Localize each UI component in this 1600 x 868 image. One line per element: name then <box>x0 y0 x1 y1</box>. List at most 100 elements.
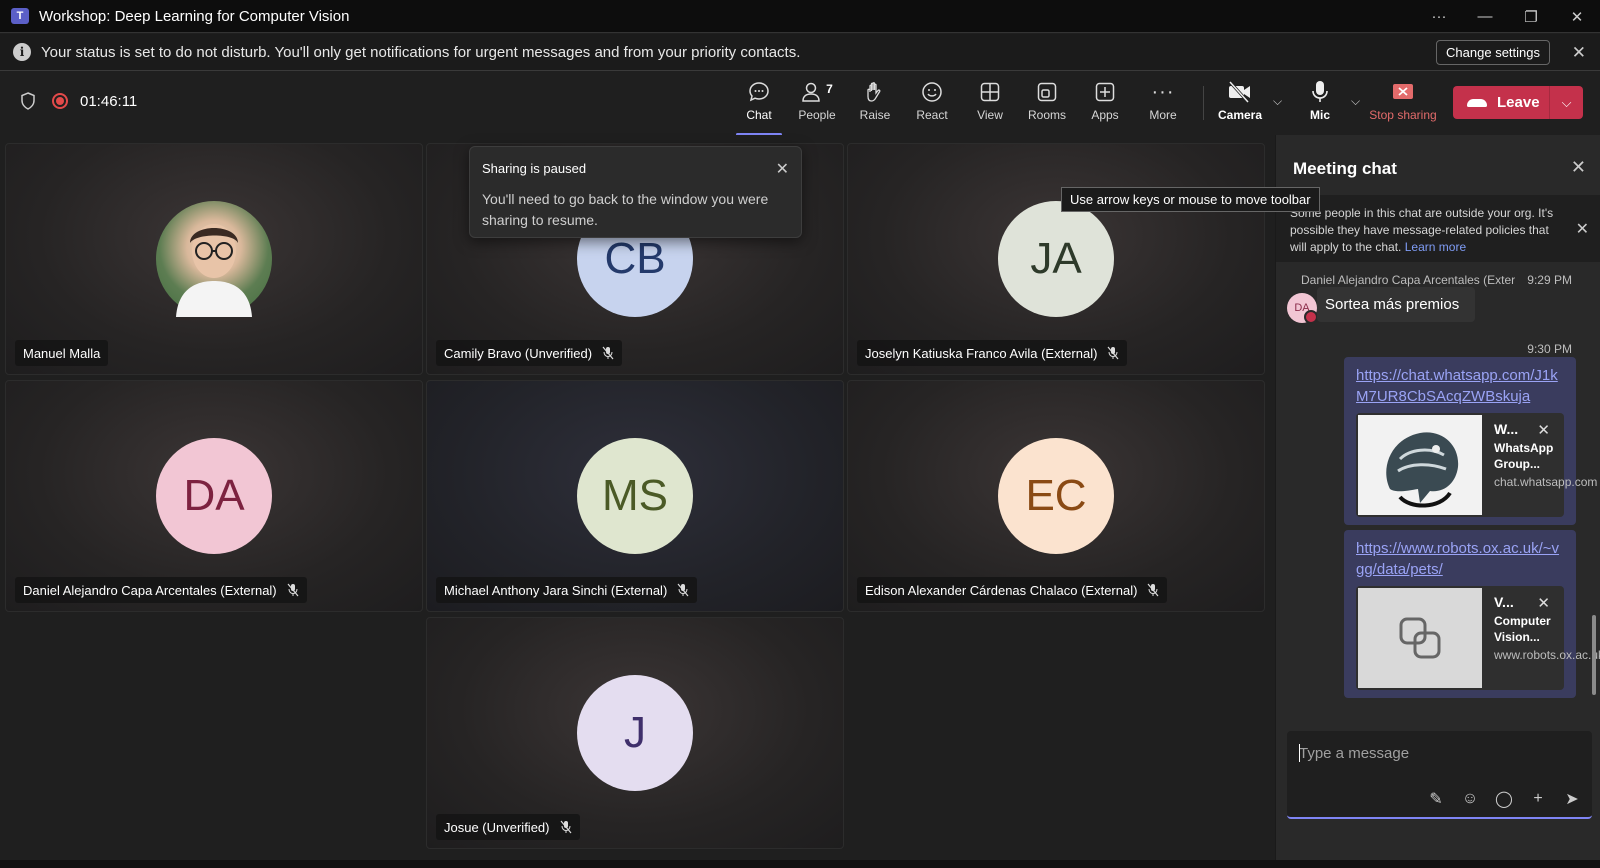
smiley-icon <box>904 78 960 106</box>
apps-label: Apps <box>1091 108 1119 122</box>
format-icon[interactable]: ✎ <box>1426 789 1446 809</box>
recording-icon <box>52 93 68 109</box>
phone-hangup-icon <box>1467 98 1487 107</box>
toast-body: You'll need to go back to the window you… <box>482 191 769 228</box>
whatsapp-preview-image <box>1358 415 1482 515</box>
camera-button[interactable]: Camera <box>1212 78 1268 130</box>
minimize-button[interactable]: — <box>1462 0 1508 33</box>
react-button[interactable]: React <box>904 78 960 130</box>
camera-options-chevron-icon[interactable]: ⌵ <box>1273 94 1282 109</box>
apps-button[interactable]: Apps <box>1077 78 1133 130</box>
loop-icon[interactable]: ◯ <box>1494 789 1514 809</box>
mic-icon <box>1292 78 1348 106</box>
chat-button[interactable]: Chat <box>731 78 787 136</box>
participant-tile[interactable]: JA Joselyn Katiuska Franco Avila (Extern… <box>847 143 1265 375</box>
plus-box-icon <box>1077 78 1133 106</box>
mic-muted-icon <box>1147 583 1159 597</box>
raise-label: Raise <box>859 108 891 122</box>
mic-button[interactable]: Mic <box>1292 78 1348 130</box>
link-preview-card[interactable]: W... WhatsApp Group... chat.whatsapp.com… <box>1356 413 1598 517</box>
stop-sharing-label: Stop sharing <box>1369 108 1437 122</box>
avatar-photo <box>156 201 272 317</box>
info-icon: i <box>13 43 31 61</box>
people-icon: 7 <box>789 78 845 106</box>
participant-name: Edison Alexander Cárdenas Chalaco (Exter… <box>857 577 1168 603</box>
message-link[interactable]: https://www.robots.ox.ac.uk/~vgg/data/pe… <box>1356 538 1564 580</box>
participant-name: Joselyn Katiuska Franco Avila (External) <box>857 340 1128 366</box>
restore-button[interactable]: ❐ <box>1508 0 1554 33</box>
chat-icon <box>731 78 787 106</box>
meeting-chat-panel: Meeting chat ✕ Some people in this chat … <box>1275 135 1600 868</box>
banner-close-icon[interactable]: ✕ <box>1572 43 1586 63</box>
participant-tile[interactable]: Manuel Malla <box>5 143 423 375</box>
participant-tile[interactable]: J Josue (Unverified) <box>426 617 844 849</box>
card-domain: chat.whatsapp.com <box>1494 475 1598 489</box>
toast-close-icon[interactable]: ✕ <box>776 159 789 179</box>
card-close-icon[interactable]: ✕ <box>1537 594 1550 612</box>
card-subtitle: WhatsApp Group... <box>1494 441 1554 471</box>
meeting-timer: 01:46:11 <box>80 92 138 110</box>
sharing-paused-toast: Sharing is paused You'll need to go back… <box>469 146 802 238</box>
people-count-badge: 7 <box>826 82 833 96</box>
grid-icon <box>962 78 1018 106</box>
card-close-icon[interactable]: ✕ <box>1537 421 1550 439</box>
avatar: MS <box>577 438 693 554</box>
card-subtitle: Computer Vision... <box>1494 614 1551 644</box>
mic-label: Mic <box>1309 108 1330 122</box>
react-label: React <box>916 108 948 122</box>
toolbar-divider <box>1203 86 1204 120</box>
emoji-icon[interactable]: ☺ <box>1460 789 1480 809</box>
status-banner: i Your status is set to do not disturb. … <box>0 34 1600 71</box>
my-message-time: 9:30 PM <box>1527 342 1572 356</box>
more-button[interactable]: ··· More <box>1135 78 1191 130</box>
raise-hand-button[interactable]: Raise <box>847 78 903 130</box>
avatar: EC <box>998 438 1114 554</box>
participant-name: Camily Bravo (Unverified) <box>436 340 623 366</box>
shield-icon <box>21 92 35 110</box>
avatar: J <box>577 675 693 791</box>
message-input[interactable] <box>1299 741 1569 765</box>
chat-scrollbar[interactable] <box>1592 615 1596 695</box>
external-notice: Some people in this chat are outside you… <box>1276 195 1600 262</box>
rooms-button[interactable]: Rooms <box>1019 78 1075 130</box>
incoming-message[interactable]: Sortea más premios <box>1317 287 1476 322</box>
change-settings-button[interactable]: Change settings <box>1436 40 1550 65</box>
message-link[interactable]: https://chat.whatsapp.com/J1kM7UR8CbSAcq… <box>1356 365 1564 407</box>
ellipsis-icon: ··· <box>1151 80 1175 103</box>
participant-tile[interactable]: MS Michael Anthony Jara Sinchi (External… <box>426 380 844 612</box>
mic-muted-icon <box>677 583 689 597</box>
people-label: People <box>798 108 836 122</box>
participant-name: Daniel Alejandro Capa Arcentales (Extern… <box>15 577 307 603</box>
more-options-icon[interactable]: ··· <box>1416 0 1462 33</box>
teams-logo-icon: T <box>11 8 29 24</box>
leave-button[interactable]: Leave ⌵ <box>1453 86 1583 119</box>
mic-muted-icon <box>560 820 571 834</box>
card-domain: www.robots.ox.ac.uk <box>1494 648 1600 662</box>
outgoing-message[interactable]: https://chat.whatsapp.com/J1kM7UR8CbSAcq… <box>1344 357 1598 525</box>
participant-tile[interactable]: EC Edison Alexander Cárdenas Chalaco (Ex… <box>847 380 1265 612</box>
more-label: More <box>1149 108 1177 122</box>
send-icon[interactable]: ➤ <box>1562 789 1582 809</box>
view-button[interactable]: View <box>962 78 1018 130</box>
people-button[interactable]: 7 People <box>789 78 845 130</box>
attach-plus-icon[interactable]: + <box>1528 789 1548 809</box>
mic-muted-icon <box>602 346 614 360</box>
camera-label: Camera <box>1217 108 1263 122</box>
outgoing-message[interactable]: https://www.robots.ox.ac.uk/~vgg/data/pe… <box>1344 530 1600 698</box>
mic-options-chevron-icon[interactable]: ⌵ <box>1351 94 1360 109</box>
taskbar <box>0 860 1600 868</box>
message-compose-box[interactable]: ✎ ☺ ◯ + ➤ <box>1287 731 1592 819</box>
leave-options-chevron-icon[interactable]: ⌵ <box>1550 95 1583 111</box>
participant-name: Josue (Unverified) <box>436 814 580 840</box>
link-preview-card[interactable]: V... Computer Vision... www.robots.ox.ac… <box>1356 586 1600 690</box>
sender-avatar: DA <box>1287 293 1318 324</box>
participant-tile[interactable]: DA Daniel Alejandro Capa Arcentales (Ext… <box>5 380 423 612</box>
notice-close-icon[interactable]: ✕ <box>1576 219 1589 239</box>
rooms-label: Rooms <box>1027 108 1066 122</box>
chat-close-icon[interactable]: ✕ <box>1571 157 1586 178</box>
link-placeholder-icon <box>1358 588 1482 688</box>
learn-more-link[interactable]: Learn more <box>1405 240 1466 254</box>
stop-sharing-button[interactable]: Stop sharing <box>1368 78 1438 130</box>
close-window-button[interactable]: ✕ <box>1554 0 1600 33</box>
stop-share-icon <box>1368 78 1438 106</box>
